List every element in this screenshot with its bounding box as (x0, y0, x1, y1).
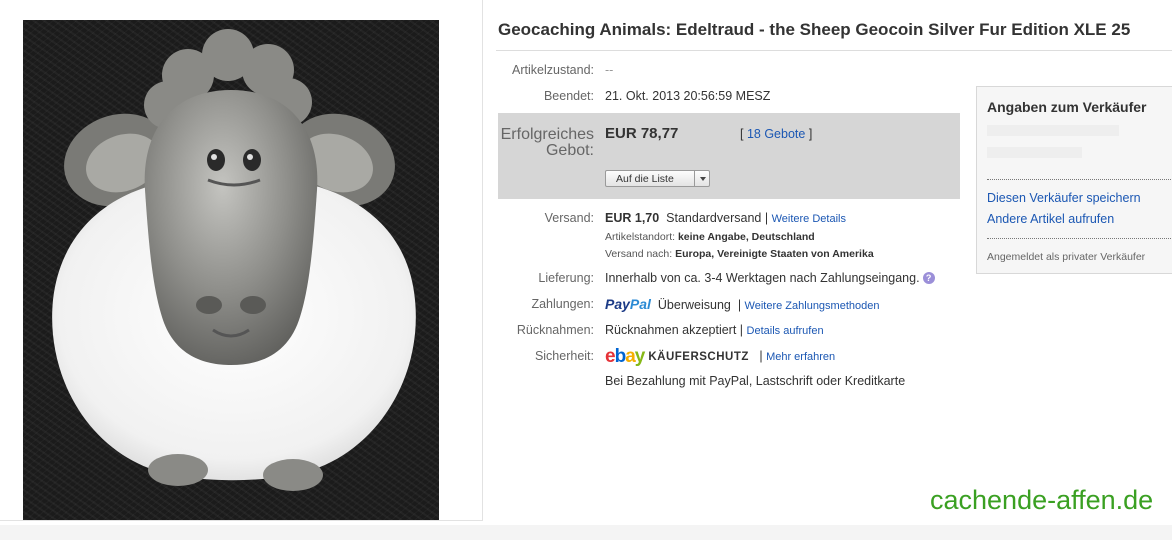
product-photo[interactable] (23, 20, 439, 520)
bid-count-close: ] (805, 127, 813, 141)
seller-info-title: Angaben zum Verkäufer (987, 99, 1147, 115)
winning-bid-box: Erfolgreiches Gebot: EUR 78,77 [ 18 Gebo… (498, 113, 960, 199)
delivery-line: Innerhalb von ca. 3-4 Werktagen nach Zah… (605, 270, 935, 286)
item-location-label: Artikelstandort: (605, 231, 676, 243)
bid-count-open: [ (740, 127, 747, 141)
returns-line: Rücknahmen akzeptiert | Details aufrufen (605, 322, 824, 339)
payment-label: Zahlungen: (531, 297, 594, 311)
image-panel (0, 0, 483, 521)
listing-title: Geocaching Animals: Edeltraud - the Shee… (498, 20, 1131, 39)
payment-separator: | (737, 298, 742, 312)
ebay-logo-icon: ebay (605, 346, 646, 367)
seller-rating-redacted (987, 147, 1082, 158)
returns-label: Rücknahmen: (516, 323, 594, 337)
seller-name-redacted (987, 125, 1119, 136)
condition-label: Artikelzustand: (512, 63, 594, 77)
returns-value: Rücknahmen akzeptiert | (605, 323, 744, 337)
paypal-logo-icon: PayPal (605, 296, 651, 312)
add-to-watchlist-label: Auf die Liste (616, 173, 674, 185)
ended-label: Beendet: (543, 89, 594, 103)
shipping-details-link[interactable]: Weitere Details (772, 213, 846, 225)
help-icon[interactable]: ? (922, 272, 935, 284)
ebay-logo-b: b (614, 346, 627, 367)
paypal-logo-part2: Pal (629, 296, 651, 312)
shipping-label: Versand: (544, 211, 594, 225)
shipping-line: EUR 1,70 Standardversand | Weitere Detai… (605, 210, 846, 227)
security-label: Sicherheit: (534, 349, 594, 363)
winning-bid-price: EUR 78,77 (605, 125, 679, 142)
bid-count: [ 18 Gebote ] (740, 127, 812, 141)
seller-divider-top (987, 179, 1172, 180)
security-line: ebay KÄUFERSCHUTZ | Mehr erfahren (605, 346, 835, 367)
ebay-logo-e: e (605, 346, 616, 367)
delivery-label: Lieferung: (538, 271, 594, 285)
save-seller-link[interactable]: Diesen Verkäufer speichern (987, 191, 1141, 205)
ended-value: 21. Okt. 2013 20:56:59 MESZ (605, 89, 771, 103)
security-row: Sicherheit: ebay KÄUFERSCHUTZ | Mehr erfa… (498, 346, 958, 390)
item-location: Artikelstandort: keine Angabe, Deutschla… (605, 229, 815, 245)
security-separator: | (759, 349, 763, 363)
ships-to-label: Versand nach: (605, 248, 673, 260)
seller-registration: Angemeldet als privater Verkäufer (987, 251, 1146, 263)
more-payment-methods-link[interactable]: Weitere Zahlungsmethoden (745, 300, 880, 312)
ebay-logo-a: a (625, 346, 636, 367)
buyer-protection-label: KÄUFERSCHUTZ (648, 351, 749, 363)
ships-to-value: Europa, Vereinigte Staaten von Amerika (675, 248, 874, 260)
winning-bid-label-line2: Gebot: (545, 142, 594, 159)
add-to-watchlist-button[interactable]: Auf die Liste (605, 170, 710, 187)
title-divider (496, 50, 1172, 51)
delivery-value: Innerhalb von ca. 3-4 Werktagen nach Zah… (605, 271, 920, 285)
condition-value: -- (605, 63, 614, 77)
seller-divider-bottom (987, 238, 1172, 239)
button-separator (694, 171, 695, 186)
paypal-logo-part1: Pay (605, 296, 630, 312)
watermark-text: cachende-affen.de (930, 485, 1154, 515)
item-location-value: keine Angabe, Deutschland (677, 231, 815, 243)
shipping-method: Standardversand | (666, 211, 769, 225)
security-note: Bei Bezahlung mit PayPal, Lastschrift od… (605, 374, 906, 388)
chevron-down-icon[interactable] (700, 177, 706, 181)
seller-info-box: Angaben zum Verkäufer Diesen Verkäufer s… (976, 86, 1172, 274)
bid-history-link[interactable]: 18 Gebote (747, 127, 805, 141)
other-items-link[interactable]: Andere Artikel aufrufen (987, 212, 1114, 226)
winning-bid-label-line1: Erfolgreiches (500, 126, 594, 143)
buyer-protection-link[interactable]: Mehr erfahren (766, 351, 835, 363)
ebay-logo-y: y (634, 346, 646, 367)
winning-bid-label: Erfolgreiches Gebot: (498, 127, 594, 159)
returns-details-link[interactable]: Details aufrufen (747, 325, 824, 337)
payment-method: Überweisung (657, 298, 731, 312)
shipping-price: EUR 1,70 (605, 211, 660, 225)
shipping-row: Versand: EUR 1,70 Standardversand | Weit… (498, 210, 958, 262)
ships-to: Versand nach: Europa, Vereinigte Staaten… (605, 246, 874, 262)
payment-line: PayPal Überweisung | Weitere Zahlungsmet… (605, 296, 879, 314)
